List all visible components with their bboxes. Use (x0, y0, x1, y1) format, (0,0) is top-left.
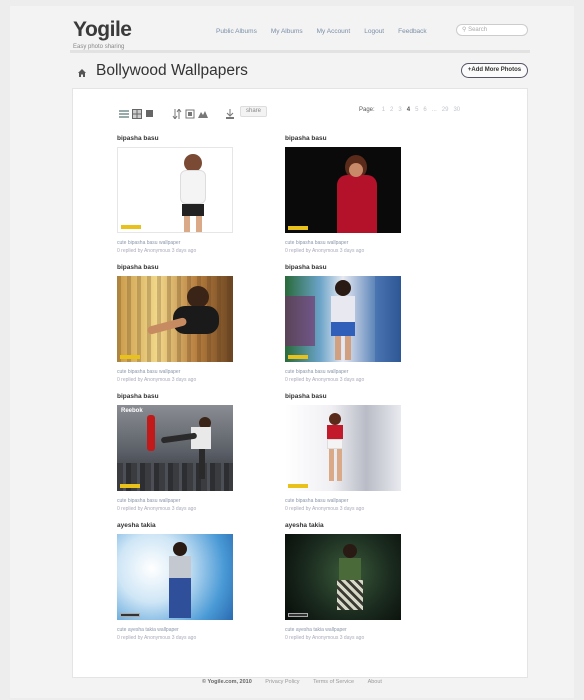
photo-name[interactable]: bipasha basu (117, 264, 237, 274)
photo-thumbnail[interactable]: Reebok (117, 405, 233, 491)
photo-thumbnail[interactable] (285, 405, 401, 491)
home-icon[interactable] (77, 68, 87, 78)
photo-meta: 0 replied by Anonymous 3 days ago (117, 248, 197, 254)
photo-meta: 0 replied by Anonymous 3 days ago (285, 506, 365, 512)
page-ellipsis: ... (431, 107, 437, 113)
footer-terms-link[interactable]: Terms of Service (313, 679, 354, 685)
page-link[interactable]: 30 (453, 107, 460, 113)
sort-icon[interactable] (172, 106, 182, 120)
page-link[interactable]: 3 (398, 107, 401, 113)
photo-name[interactable]: bipasha basu (117, 135, 237, 145)
add-more-photos-button[interactable]: +Add More Photos (461, 63, 528, 78)
photo-thumbnail[interactable] (117, 534, 233, 620)
header-divider (70, 50, 530, 53)
photo-name[interactable]: bipasha basu (285, 264, 405, 274)
nav-my-account[interactable]: My Account (317, 28, 351, 35)
nav-public-albums[interactable]: Public Albums (216, 28, 257, 35)
page-link[interactable]: 6 (423, 107, 426, 113)
download-icon[interactable] (225, 106, 235, 119)
photo-thumbnail[interactable] (285, 534, 401, 620)
nav-my-albums[interactable]: My Albums (271, 28, 303, 35)
photo-name[interactable]: bipasha basu (117, 393, 237, 403)
page-current: 4 (406, 107, 411, 113)
single-view-icon[interactable] (145, 106, 155, 117)
share-button[interactable]: share (240, 105, 268, 117)
photo-name[interactable]: bipasha basu (285, 393, 405, 403)
nav-feedback[interactable]: Feedback (398, 28, 427, 35)
top-navigation: Public Albums My Albums My Account Logou… (216, 28, 427, 35)
page-link[interactable]: 2 (390, 107, 393, 113)
photo-caption[interactable]: cute bipasha basu wallpaper (285, 369, 405, 375)
photo-caption[interactable]: cute bipasha basu wallpaper (117, 240, 237, 246)
photo-panel: share Page: 1 2 3 4 5 6 ... 29 30 bipash… (72, 88, 528, 678)
photo-caption[interactable]: cute bipasha basu wallpaper (285, 498, 405, 504)
photo-thumbnail[interactable] (285, 276, 401, 362)
photo-card[interactable]: bipasha basu cute bipasha basu wallpaper… (285, 135, 405, 254)
photo-card[interactable]: ayesha takia cute ayesha takia wallpaper… (285, 522, 405, 641)
view-toolbar: share (119, 105, 268, 120)
photo-card[interactable]: bipasha basu cute bipasha basu wallpaper… (117, 264, 237, 383)
photo-meta: 0 replied by Anonymous 3 days ago (117, 377, 197, 383)
footer-privacy-link[interactable]: Privacy Policy (265, 679, 299, 685)
photo-meta: 0 replied by Anonymous 3 days ago (285, 635, 365, 641)
page-link[interactable]: 5 (415, 107, 418, 113)
page-background: Yogile Easy photo sharing Public Albums … (10, 6, 574, 698)
pagination-label: Page: (359, 107, 375, 113)
photo-card[interactable]: bipasha basu cute bipasha basu wallpaper… (117, 135, 237, 254)
photo-meta: 0 replied by Anonymous 3 days ago (285, 248, 365, 254)
grid-view-icon[interactable] (132, 106, 142, 119)
page-link[interactable]: 29 (442, 107, 449, 113)
album-title: Bollywood Wallpapers (96, 62, 248, 79)
photo-card[interactable]: ayesha takia cute ayesha takia wallpaper… (117, 522, 237, 641)
search-icon: ⚲ (462, 27, 467, 33)
footer: © Yogile.com, 2010 Privacy Policy Terms … (0, 679, 584, 685)
reebok-overlay-text: Reebok (121, 408, 143, 414)
photo-thumbnail[interactable] (117, 147, 233, 233)
search-placeholder: Search (468, 27, 488, 33)
footer-about-link[interactable]: About (368, 679, 382, 685)
photo-caption[interactable]: cute bipasha basu wallpaper (117, 498, 237, 504)
footer-copyright: © Yogile.com, 2010 (202, 679, 252, 685)
pagination: Page: 1 2 3 4 5 6 ... 29 30 (359, 107, 460, 113)
photo-name[interactable]: bipasha basu (285, 135, 405, 145)
photo-name[interactable]: ayesha takia (285, 522, 405, 532)
photo-meta: 0 replied by Anonymous 3 days ago (117, 506, 197, 512)
map-icon[interactable] (198, 106, 208, 118)
photo-thumbnail[interactable] (285, 147, 401, 233)
nav-logout[interactable]: Logout (364, 28, 384, 35)
list-view-icon[interactable] (119, 106, 129, 118)
photo-card[interactable]: bipasha basu cute bipasha basu wallpaper… (285, 393, 405, 512)
photo-thumbnail[interactable] (117, 276, 233, 362)
photo-name[interactable]: ayesha takia (117, 522, 237, 532)
photo-caption[interactable]: cute bipasha basu wallpaper (117, 369, 237, 375)
page-link[interactable]: 1 (382, 107, 385, 113)
photo-card[interactable]: bipasha basu Reebok cute bipasha basu wa… (117, 393, 237, 512)
photo-caption[interactable]: cute ayesha takia wallpaper (285, 627, 405, 633)
photo-caption[interactable]: cute bipasha basu wallpaper (285, 240, 405, 246)
photo-caption[interactable]: cute ayesha takia wallpaper (117, 627, 237, 633)
logo[interactable]: Yogile (73, 18, 132, 42)
slideshow-icon[interactable] (185, 106, 195, 119)
photo-meta: 0 replied by Anonymous 3 days ago (117, 635, 197, 641)
search-input[interactable]: ⚲ Search (456, 24, 528, 36)
photo-card[interactable]: bipasha basu cute bipasha basu wallpaper… (285, 264, 405, 383)
photo-meta: 0 replied by Anonymous 3 days ago (285, 377, 365, 383)
